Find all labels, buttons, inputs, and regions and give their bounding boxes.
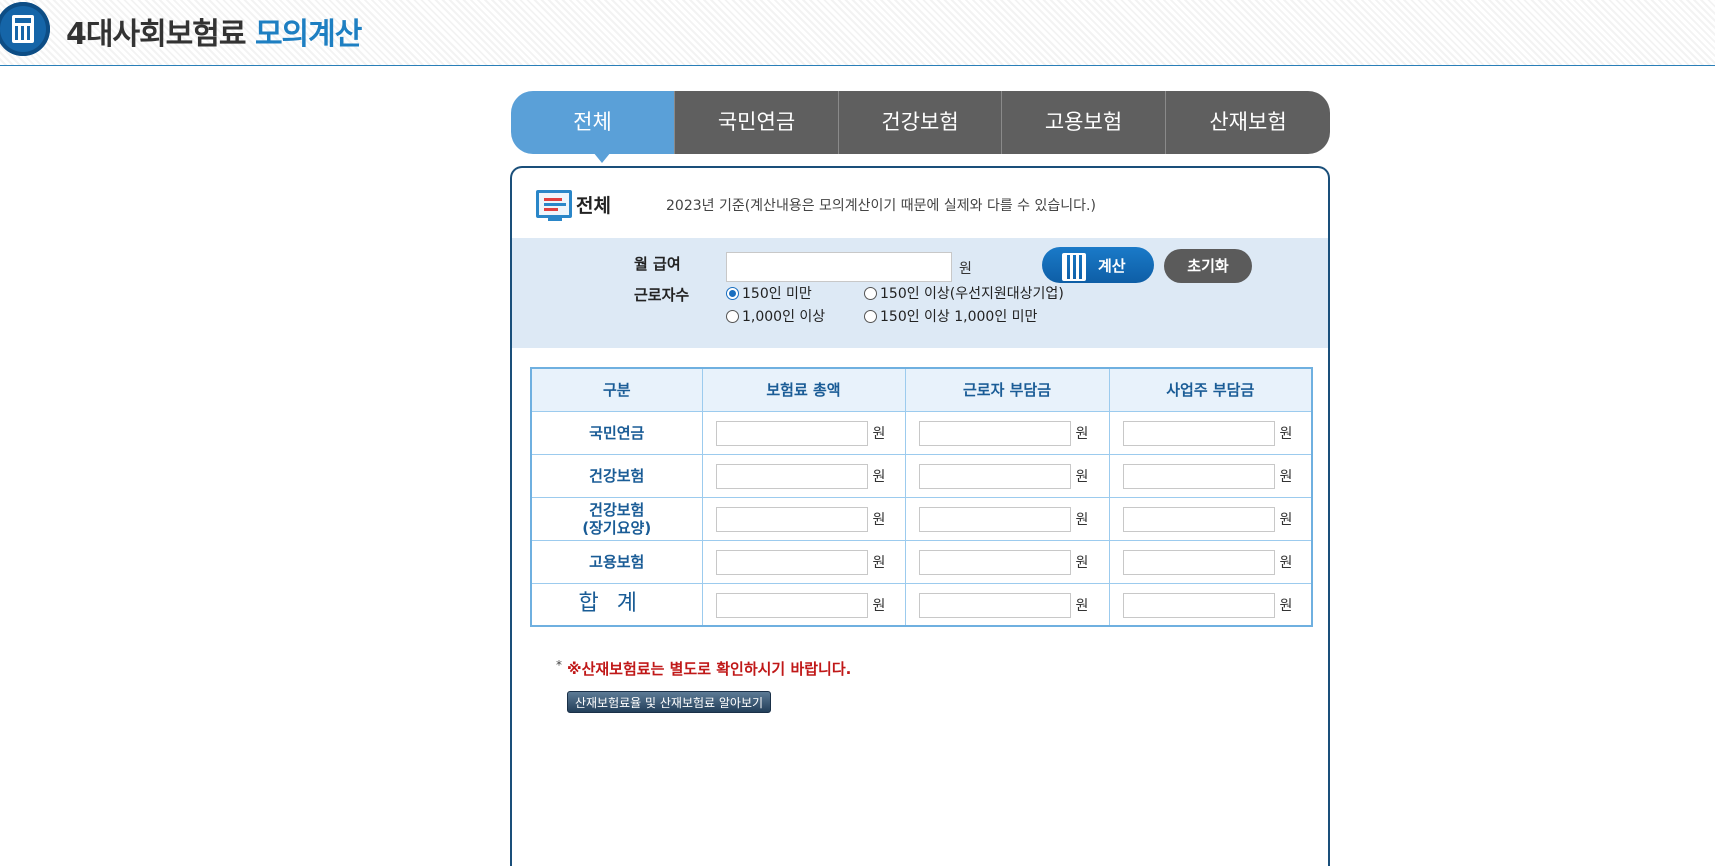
row-label: 건강보험 (장기요양) xyxy=(530,496,703,541)
radio-label: 150인 미만 xyxy=(742,286,812,302)
health-insurance-total-input[interactable] xyxy=(715,463,868,489)
active-tab-pointer xyxy=(593,152,611,163)
row-label: 건강보험 xyxy=(530,453,703,498)
unit-label: 원 xyxy=(1075,597,1089,614)
workers-label: 근로자수 xyxy=(634,286,690,304)
unit-label: 원 xyxy=(872,511,886,528)
table-row: 건강보험 원 원 원 xyxy=(530,453,1313,498)
notice-text: ※산재보험료는 별도로 확인하시기 바랍니다. xyxy=(567,660,852,678)
radio-150-plus-priority[interactable]: 150인 이상(우선지원대상기업) xyxy=(864,283,1064,303)
radio-dot xyxy=(726,309,739,323)
unit-label: 원 xyxy=(1279,597,1293,614)
document-list-icon xyxy=(536,190,572,218)
tab-industrial-accident-insurance[interactable]: 산재보험 xyxy=(1166,91,1330,154)
national-pension-worker-input[interactable] xyxy=(918,420,1071,446)
calculator-icon xyxy=(1062,253,1086,281)
site-header: 4대사회보험료 모의계산 xyxy=(0,0,1715,66)
salary-unit: 원 xyxy=(959,261,972,277)
row-label: 고용보험 xyxy=(530,539,703,584)
total-sum-input[interactable] xyxy=(715,592,868,618)
site-title-main: 4대사회보험료 xyxy=(66,17,246,52)
unit-label: 원 xyxy=(872,425,886,442)
radio-1000-plus[interactable]: 1,000인 이상 xyxy=(726,306,825,326)
unit-label: 원 xyxy=(872,468,886,485)
tab-all[interactable]: 전체 xyxy=(511,91,675,154)
notice-bullet: * xyxy=(556,658,562,672)
unit-label: 원 xyxy=(1075,554,1089,571)
row-label-total: 합계 xyxy=(530,582,703,627)
tab-national-pension[interactable]: 국민연금 xyxy=(675,91,839,154)
table-header: 근로자 부담금 xyxy=(904,367,1110,412)
calculator-icon xyxy=(0,2,50,56)
national-pension-employer-input[interactable] xyxy=(1122,420,1275,446)
table-header: 구분 xyxy=(530,367,703,412)
radio-under-150[interactable]: 150인 미만 xyxy=(726,283,812,303)
table-row: 국민연금 원 원 원 xyxy=(530,410,1313,455)
industrial-accident-rate-link-button[interactable]: 산재보험료율 및 산재보험료 알아보기 xyxy=(567,691,771,713)
reset-button[interactable]: 초기화 xyxy=(1164,249,1252,283)
total-employer-input[interactable] xyxy=(1122,592,1275,618)
calculator-panel: 전체 2023년 기준(계산내용은 모의계산이기 때문에 실제와 다를 수 있습… xyxy=(510,166,1330,866)
salary-input[interactable] xyxy=(726,252,952,282)
tab-health-insurance[interactable]: 건강보험 xyxy=(839,91,1002,154)
site-title-accent: 모의계산 xyxy=(254,17,362,52)
radio-label: 1,000인 이상 xyxy=(742,309,826,325)
health-insurance-worker-input[interactable] xyxy=(918,463,1071,489)
long-term-care-worker-input[interactable] xyxy=(918,506,1071,532)
long-term-care-employer-input[interactable] xyxy=(1122,506,1275,532)
table-header: 보험료 총액 xyxy=(701,367,906,412)
total-worker-input[interactable] xyxy=(918,592,1071,618)
radio-label: 150인 이상 1,000인 미만 xyxy=(880,309,1038,325)
document-list-icon-base xyxy=(548,218,562,221)
table-header: 사업주 부담금 xyxy=(1108,367,1313,412)
table-row: 건강보험 (장기요양) 원 원 원 xyxy=(530,496,1313,541)
unit-label: 원 xyxy=(1279,511,1293,528)
table-row: 고용보험 원 원 원 xyxy=(530,539,1313,584)
tab-employment-insurance[interactable]: 고용보험 xyxy=(1002,91,1166,154)
employment-insurance-total-input[interactable] xyxy=(715,549,868,575)
radio-label: 150인 이상(우선지원대상기업) xyxy=(880,286,1064,302)
panel-title: 전체 xyxy=(576,195,611,217)
calculate-button[interactable]: 계산 xyxy=(1042,247,1154,283)
table-header-row: 구분 보험료 총액 근로자 부담금 사업주 부담금 xyxy=(530,367,1313,412)
unit-label: 원 xyxy=(1075,425,1089,442)
row-label: 국민연금 xyxy=(530,410,703,455)
row-label-line2: (장기요양) xyxy=(582,518,652,537)
site-title: 4대사회보험료 모의계산 xyxy=(66,9,362,53)
health-insurance-employer-input[interactable] xyxy=(1122,463,1275,489)
unit-label: 원 xyxy=(872,554,886,571)
panel-note: 2023년 기준(계산내용은 모의계산이기 때문에 실제와 다를 수 있습니다.… xyxy=(666,198,1096,214)
calculate-button-label: 계산 xyxy=(1098,257,1126,275)
premium-table: 구분 보험료 총액 근로자 부담금 사업주 부담금 국민연금 원 원 원 건강보… xyxy=(530,367,1313,627)
unit-label: 원 xyxy=(1075,511,1089,528)
radio-150-to-1000[interactable]: 150인 이상 1,000인 미만 xyxy=(864,306,1037,326)
insurance-tabs: 전체 국민연금 건강보험 고용보험 산재보험 xyxy=(511,91,1330,154)
national-pension-total-input[interactable] xyxy=(715,420,868,446)
unit-label: 원 xyxy=(1279,425,1293,442)
radio-dot xyxy=(864,309,877,323)
employment-insurance-employer-input[interactable] xyxy=(1122,549,1275,575)
input-form: 월 급여 원 계산 초기화 근로자수 150인 미만 150인 이상(우선지원대… xyxy=(512,238,1328,348)
long-term-care-total-input[interactable] xyxy=(715,506,868,532)
table-row-total: 합계 원 원 원 xyxy=(530,582,1313,627)
row-label-line1: 건강보험 xyxy=(589,500,645,519)
unit-label: 원 xyxy=(1279,554,1293,571)
radio-dot xyxy=(726,286,739,300)
unit-label: 원 xyxy=(1075,468,1089,485)
employment-insurance-worker-input[interactable] xyxy=(918,549,1071,575)
salary-label: 월 급여 xyxy=(634,255,681,273)
unit-label: 원 xyxy=(872,597,886,614)
unit-label: 원 xyxy=(1279,468,1293,485)
radio-dot xyxy=(864,286,877,300)
